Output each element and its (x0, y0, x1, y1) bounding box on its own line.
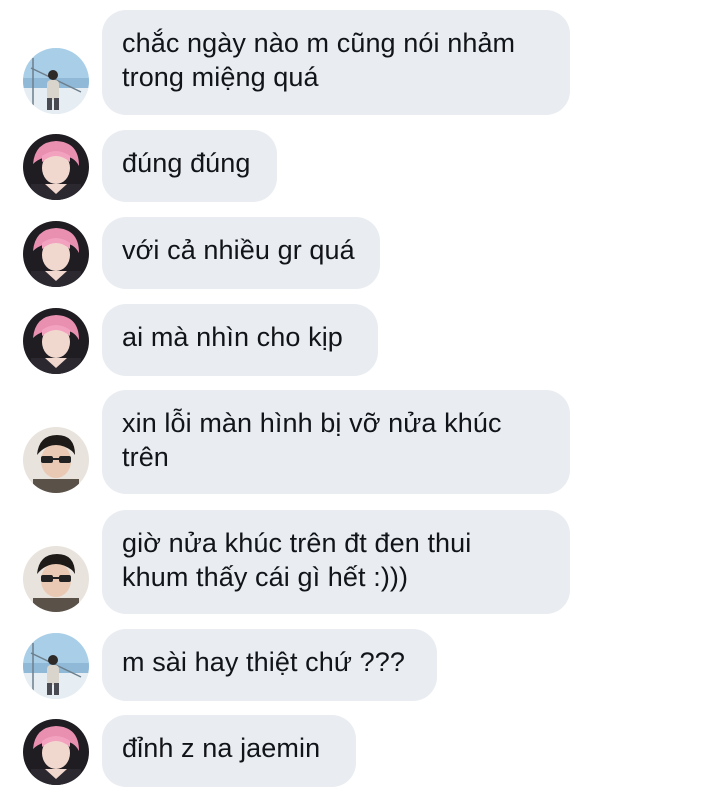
message-bubble[interactable]: chắc ngày nào m cũng nói nhảm trong miện… (102, 10, 570, 115)
avatar-seaside-boy-icon[interactable] (23, 633, 89, 699)
avatar-sunglasses-icon[interactable] (23, 427, 89, 493)
message-bubble[interactable]: giờ nửa khúc trên đt đen thui khum thấy … (102, 510, 570, 614)
avatar-pink-hair-icon[interactable] (23, 134, 89, 200)
message-bubble[interactable]: m sài hay thiệt chứ ??? (102, 629, 437, 701)
message-bubble[interactable]: xin lỗi màn hình bị vỡ nửa khúc trên (102, 390, 570, 494)
message-bubble[interactable]: ai mà nhìn cho kịp (102, 304, 378, 376)
message-bubble[interactable]: đúng đúng (102, 130, 277, 202)
message-bubble[interactable]: với cả nhiều gr quá (102, 217, 380, 289)
message-bubble[interactable]: đỉnh z na jaemin (102, 715, 356, 787)
avatar-sunglasses-icon[interactable] (23, 546, 89, 612)
avatar-pink-hair-icon[interactable] (23, 221, 89, 287)
avatar-pink-hair-icon[interactable] (23, 308, 89, 374)
avatar-pink-hair-icon[interactable] (23, 719, 89, 785)
avatar-seaside-boy-icon[interactable] (23, 48, 89, 114)
